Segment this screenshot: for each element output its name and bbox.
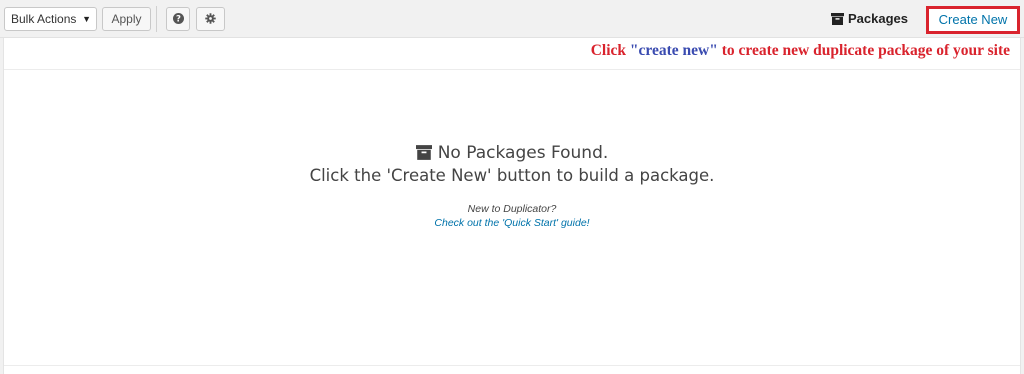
svg-text:?: ? (176, 15, 181, 24)
chevron-down-icon: ▼ (82, 14, 91, 24)
annotation-suffix: to create new duplicate package of your … (717, 42, 1010, 59)
empty-state: No Packages Found. Click the 'Create New… (4, 142, 1020, 230)
question-circle-icon: ? (172, 13, 184, 25)
packages-heading: Packages (831, 11, 908, 27)
bulk-actions-label: Bulk Actions (11, 12, 77, 26)
annotation-highlight: "create new" (629, 42, 718, 59)
toolbar: Bulk Actions ▼ Apply ? Packages Create N… (0, 0, 1024, 38)
settings-button[interactable] (196, 7, 225, 31)
new-to-duplicator-text: New to Duplicator? (467, 203, 557, 215)
quick-start-link[interactable]: Check out the 'Quick Start' guide! (4, 216, 1020, 230)
panel-bottom-divider (4, 365, 1020, 366)
help-button[interactable]: ? (166, 7, 190, 31)
archive-box-icon (415, 145, 432, 160)
gear-icon (205, 13, 216, 25)
packages-label: Packages (848, 11, 908, 26)
instruction-annotation: Click "create new" to create new duplica… (591, 42, 1010, 60)
panel-divider (4, 69, 1020, 70)
archive-box-icon (831, 13, 844, 25)
empty-state-title-text: No Packages Found. (437, 143, 609, 163)
create-new-button[interactable]: Create New (926, 6, 1020, 34)
apply-button[interactable]: Apply (102, 7, 151, 31)
annotation-prefix: Click (590, 42, 630, 59)
bulk-actions-select[interactable]: Bulk Actions ▼ (4, 7, 97, 31)
packages-panel: Click "create new" to create new duplica… (3, 38, 1021, 374)
toolbar-divider (156, 6, 157, 32)
empty-state-title: No Packages Found. (4, 142, 1020, 164)
empty-state-subtitle: Click the 'Create New' button to build a… (309, 166, 715, 185)
